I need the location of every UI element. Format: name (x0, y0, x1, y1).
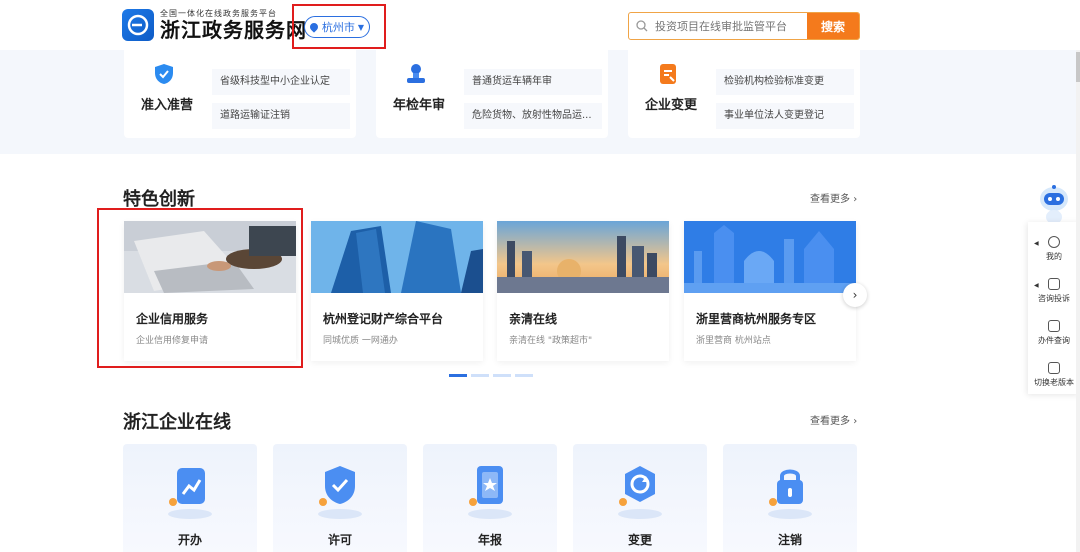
stamp-icon (407, 64, 425, 83)
chat-icon (1048, 278, 1060, 290)
enterprise-card-label: 变更 (627, 533, 652, 547)
enterprise-card-deregister[interactable]: 注销 (723, 444, 857, 552)
float-item-label: 办件查询 (1038, 336, 1070, 345)
enterprise-more-link[interactable]: 查看更多 › (810, 412, 857, 427)
enterprise-card-label: 开办 (177, 533, 202, 547)
featured-card-subtitle: 同城优质 一网通办 (323, 336, 398, 346)
service-card-enterprise-change[interactable]: 企业变更 检验机构检验标准变更 事业单位法人变更登记 (628, 50, 860, 138)
site-header: 全国一体化在线政务服务平台 浙江政务服务网 杭州市 ▼ 搜索 (0, 0, 1080, 50)
service-item[interactable]: 普通货运车辆年审 (464, 69, 602, 95)
chart-up-icon (168, 468, 212, 519)
switch-icon (1048, 362, 1060, 374)
featured-card-title: 亲清在线 (509, 312, 558, 326)
featured-card-subtitle: 浙里营商 杭州站点 (696, 336, 771, 346)
landmark-graphic (684, 221, 856, 293)
shield-check-icon (318, 466, 362, 519)
carousel-pagination (449, 374, 533, 377)
site-logo[interactable]: 全国一体化在线政务服务平台 浙江政务服务网 (122, 9, 307, 41)
featured-card-property[interactable]: 杭州登记财产综合平台 同城优质 一网通办 (311, 221, 483, 361)
search-input[interactable] (655, 13, 807, 39)
logo-mark-icon (122, 9, 154, 41)
enterprise-card-label: 注销 (777, 533, 802, 547)
float-item-label: 咨询投诉 (1038, 294, 1070, 303)
float-item-label: 我的 (1046, 252, 1062, 261)
location-pin-icon (308, 21, 320, 33)
logo-title: 浙江政务服务网 (160, 18, 307, 42)
enterprise-card-license[interactable]: 许可 (273, 444, 407, 552)
lock-icon (768, 469, 812, 519)
enterprise-card-label: 年报 (477, 533, 502, 547)
service-item[interactable]: 道路运输证注销 (212, 103, 350, 129)
float-item-label: 切换老版本 (1034, 378, 1074, 387)
refresh-icon (618, 466, 662, 519)
service-item[interactable]: 事业单位法人变更登记 (716, 103, 854, 129)
city-label: 杭州市 (321, 21, 355, 34)
user-icon (1048, 236, 1060, 248)
search-document-icon (1048, 320, 1060, 332)
report-star-icon (468, 466, 512, 519)
carousel-dot[interactable] (493, 374, 511, 377)
featured-card-business[interactable]: 浙里营商杭州服务专区 浙里营商 杭州站点 (684, 221, 856, 361)
enterprise-card-annual-report[interactable]: 年报 (423, 444, 557, 552)
carousel-dot[interactable] (471, 374, 489, 377)
service-title: 企业变更 (644, 98, 697, 113)
service-title: 准入准营 (140, 98, 193, 113)
service-card-annual-inspection[interactable]: 年检年审 普通货运车辆年审 危险货物、放射性物品运... (376, 50, 608, 138)
featured-card-qinqing[interactable]: 亲清在线 亲清在线 "政策超市" (497, 221, 669, 361)
featured-card-title: 浙里营商杭州服务专区 (696, 312, 817, 326)
float-item-old-version[interactable]: 切换老版本 (1028, 362, 1080, 388)
enterprise-card-label: 许可 (327, 533, 352, 547)
service-title: 年检年审 (392, 98, 445, 113)
scrollbar-thumb[interactable] (1076, 52, 1080, 82)
enterprise-card-open[interactable]: 开办 (123, 444, 257, 552)
enterprise-section-title: 浙江企业在线 (123, 412, 231, 433)
float-item-mine[interactable]: 我的 (1028, 236, 1080, 262)
enterprise-card-change[interactable]: 变更 (573, 444, 707, 552)
carousel-dot[interactable] (449, 374, 467, 377)
search-icon (629, 13, 655, 39)
float-toolbar: ◀ 我的 ◀ 咨询投诉 办件查询 切换老版本 (1028, 222, 1080, 394)
document-change-icon (660, 64, 676, 84)
chevron-right-icon: › (853, 194, 858, 205)
city-selector[interactable]: 杭州市 ▼ (304, 16, 370, 38)
featured-more-link[interactable]: 查看更多 › (810, 190, 857, 205)
carousel-dot[interactable] (515, 374, 533, 377)
chevron-right-icon: › (853, 416, 858, 427)
search-bar: 搜索 (628, 12, 860, 40)
float-item-consult[interactable]: 咨询投诉 (1028, 278, 1080, 304)
skyscraper-photo (311, 221, 483, 293)
featured-card-subtitle: 亲清在线 "政策超市" (509, 336, 593, 346)
service-card-admission[interactable]: 准入准营 省级科技型中小企业认定 道路运输证注销 (124, 50, 356, 138)
service-band: 准入准营 省级科技型中小企业认定 道路运输证注销 年检年审 普通货运车辆年审 危… (0, 50, 1080, 154)
credit-card-highlight-box (97, 208, 303, 368)
float-item-query[interactable]: 办件查询 (1028, 320, 1080, 346)
more-label: 查看更多 (810, 194, 850, 205)
service-item[interactable]: 检验机构检验标准变更 (716, 69, 854, 95)
scrollbar-track[interactable] (1076, 0, 1080, 552)
carousel-next-button[interactable]: › (843, 283, 867, 307)
featured-card-title: 杭州登记财产综合平台 (323, 312, 444, 326)
search-button[interactable]: 搜索 (807, 13, 859, 39)
assistant-robot-icon[interactable] (1036, 183, 1072, 227)
city-skyline-photo (497, 221, 669, 293)
more-label: 查看更多 (810, 416, 850, 427)
service-item[interactable]: 省级科技型中小企业认定 (212, 69, 350, 95)
service-item[interactable]: 危险货物、放射性物品运... (464, 103, 602, 129)
shield-check-icon (155, 64, 173, 84)
caret-down-icon: ▼ (357, 22, 365, 32)
